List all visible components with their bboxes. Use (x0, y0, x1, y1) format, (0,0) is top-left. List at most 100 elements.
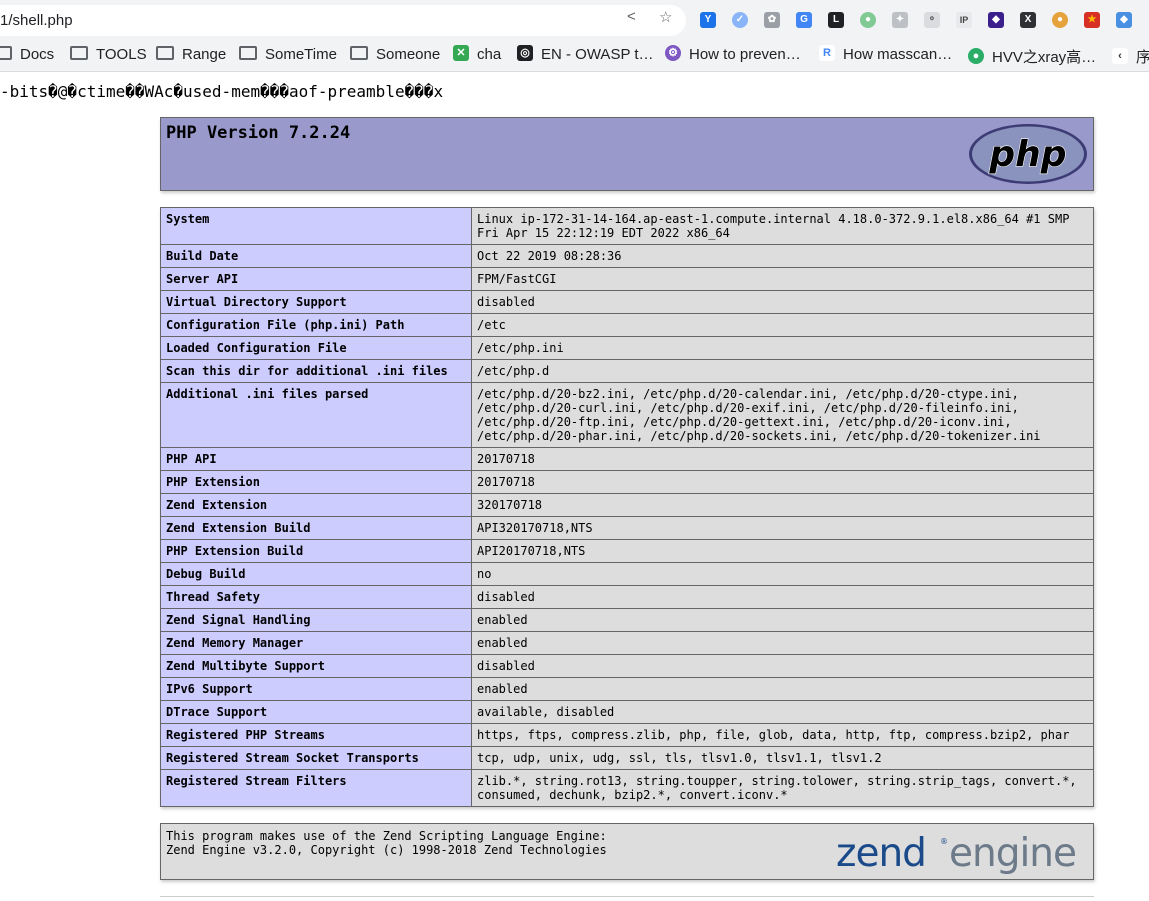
url-text[interactable]: 1/shell.php (0, 12, 73, 29)
info-value: API320170718,NTS (472, 517, 1094, 540)
info-row: Build Date Oct 22 2019 08:28:36 (161, 245, 1094, 268)
php-info-table: System Linux ip-172-31-14-164.ap-east-1.c… (160, 207, 1094, 807)
info-row: Registered PHP Streams https, ftps, compr… (161, 724, 1094, 747)
info-value: https, ftps, compress.zlib, php, file, g… (472, 724, 1094, 747)
bookmark-cha[interactable]: ✕ cha (453, 46, 501, 63)
info-value: Oct 22 2019 08:28:36 (472, 245, 1094, 268)
extension-compass-icon[interactable]: ✓ (732, 12, 748, 28)
info-value: /etc/php.d (472, 360, 1094, 383)
address-bar[interactable]: 1/shell.php (0, 5, 686, 36)
info-value: available, disabled (472, 701, 1094, 724)
folder-icon (350, 46, 368, 60)
extension-diamond-icon[interactable]: ◆ (1116, 12, 1132, 28)
zend-notice: This program makes use of the Zend Scrip… (166, 829, 607, 857)
info-key: Virtual Directory Support (161, 291, 472, 314)
svg-text:zend: zend (836, 831, 926, 876)
info-key: Zend Extension Build (161, 517, 472, 540)
r-site-icon: R (819, 45, 835, 61)
extension-hat-icon[interactable]: ◆ (988, 12, 1004, 28)
bracket-site-icon: ‹ (1112, 48, 1128, 64)
bookmark-masscan[interactable]: R How masscan… (819, 46, 952, 63)
bookmark-owasp[interactable]: ◎ EN - OWASP t… (517, 46, 654, 63)
extension-x-icon[interactable]: X (1020, 12, 1036, 28)
wechat-icon: ● (968, 48, 984, 64)
bookmark-sometime[interactable]: SomeTime (239, 46, 337, 63)
bookmark-range[interactable]: Range (156, 46, 226, 63)
info-row: Virtual Directory Support disabled (161, 291, 1094, 314)
info-key: Zend Multibyte Support (161, 655, 472, 678)
info-row: System Linux ip-172-31-14-164.ap-east-1.c… (161, 208, 1094, 245)
info-key: Registered Stream Socket Transports (161, 747, 472, 770)
info-value: tcp, udp, unix, udg, ssl, tls, tlsv1.0, … (472, 747, 1094, 770)
info-row: PHP Extension 20170718 (161, 471, 1094, 494)
owasp-site-icon: ◎ (517, 45, 533, 61)
info-key: Additional .ini files parsed (161, 383, 472, 448)
info-row: PHP API 20170718 (161, 448, 1094, 471)
info-row: Zend Signal Handling enabled (161, 609, 1094, 632)
info-key: Build Date (161, 245, 472, 268)
info-row: IPv6 Support enabled (161, 678, 1094, 701)
info-value: enabled (472, 632, 1094, 655)
bookmark-tools[interactable]: TOOLS (70, 46, 147, 63)
php-version-header: PHP Version 7.2.24 php (160, 117, 1094, 191)
info-row: Zend Multibyte Support disabled (161, 655, 1094, 678)
bookmark-how-to-prevent[interactable]: ⚙ How to preven… (665, 46, 801, 63)
extension-translate-icon[interactable]: G (796, 12, 812, 28)
cha-site-icon: ✕ (453, 45, 469, 61)
bottom-divider (160, 896, 1094, 897)
share-icon[interactable]: < (627, 8, 636, 25)
bookmark-xu[interactable]: ‹ 序 (1112, 46, 1149, 67)
bookmark-docs[interactable]: Docs (0, 46, 54, 63)
gear-site-icon: ⚙ (665, 45, 681, 61)
info-value: disabled (472, 291, 1094, 314)
folder-icon (70, 46, 88, 60)
svg-text:®: ® (940, 837, 948, 846)
folder-icon (156, 46, 174, 60)
extension-puzzle-icon[interactable]: ✿ (764, 12, 780, 28)
info-key: Server API (161, 268, 472, 291)
extension-cookie-icon[interactable]: ● (1052, 12, 1068, 28)
info-value: disabled (472, 655, 1094, 678)
info-row: Scan this dir for additional .ini files /… (161, 360, 1094, 383)
info-value: 20170718 (472, 471, 1094, 494)
info-value: Linux ip-172-31-14-164.ap-east-1.compute… (472, 208, 1094, 245)
extension-satellite-icon[interactable]: ✦ (892, 12, 908, 28)
info-key: IPv6 Support (161, 678, 472, 701)
bookmark-someone[interactable]: Someone (350, 46, 440, 63)
info-row: Additional .ini files parsed/etc/php.d/2… (161, 383, 1094, 448)
info-key: Zend Memory Manager (161, 632, 472, 655)
info-value: /etc/php.ini (472, 337, 1094, 360)
info-row: Loaded Configuration File/etc/php.ini (161, 337, 1094, 360)
info-key: Registered PHP Streams (161, 724, 472, 747)
info-row: Configuration File (php.ini) Path/etc (161, 314, 1094, 337)
info-row: Server API FPM/FastCGI (161, 268, 1094, 291)
info-row: Registered Stream Socket Transports tcp, … (161, 747, 1094, 770)
php-logo[interactable]: php (968, 123, 1088, 185)
bookmarks-bar: Docs TOOLS Range SomeTime Someone ✕ cha ◎… (0, 41, 1149, 72)
info-row: DTrace Support available, disabled (161, 701, 1094, 724)
info-key: DTrace Support (161, 701, 472, 724)
info-key: Loaded Configuration File (161, 337, 472, 360)
extension-y-icon[interactable]: Y (700, 12, 716, 28)
info-value: enabled (472, 609, 1094, 632)
php-version-title: PHP Version 7.2.24 (166, 123, 350, 143)
raw-output-text: -bits�@�ctime��WAc�used-mem���aof-pr… (0, 82, 443, 101)
folder-icon (239, 46, 257, 60)
extension-ip-icon[interactable]: IP (956, 12, 972, 28)
svg-text:engine: engine (949, 831, 1076, 876)
zend-engine-logo[interactable]: zend ® engine (836, 826, 1088, 878)
bookmark-hvv-xray[interactable]: ● HVV之xray高… (968, 46, 1096, 67)
info-row: Debug Build no (161, 563, 1094, 586)
info-value: FPM/FastCGI (472, 268, 1094, 291)
info-key: System (161, 208, 472, 245)
info-value: 20170718 (472, 448, 1094, 471)
extension-circle-icon[interactable]: ● (860, 12, 876, 28)
info-key: Zend Signal Handling (161, 609, 472, 632)
extension-nodes-icon[interactable]: ⚬ (924, 12, 940, 28)
info-row: Zend Extension 320170718 (161, 494, 1094, 517)
star-icon[interactable]: ☆ (659, 8, 672, 26)
extension-l-icon[interactable]: L (828, 12, 844, 28)
info-value: no (472, 563, 1094, 586)
extension-cn-flag-icon[interactable]: ★ (1084, 12, 1100, 28)
info-key: Thread Safety (161, 586, 472, 609)
